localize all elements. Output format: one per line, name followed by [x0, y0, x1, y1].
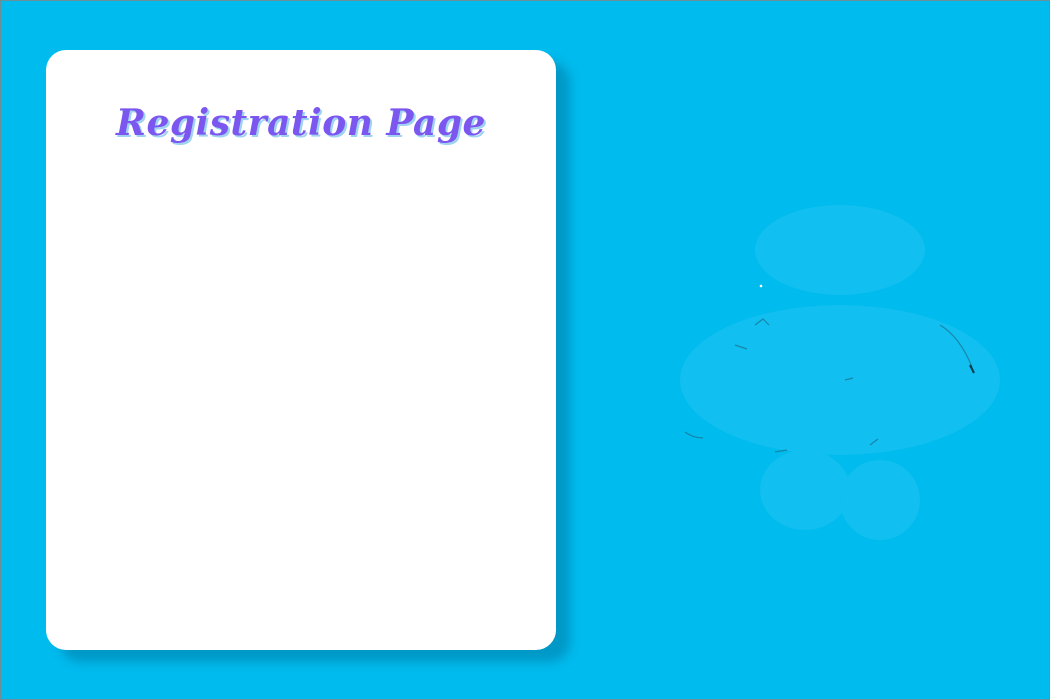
registration-card: Registration Page: [46, 50, 556, 650]
page-title: Registration Page: [116, 102, 486, 144]
faint-figure-icon: [680, 205, 1000, 540]
